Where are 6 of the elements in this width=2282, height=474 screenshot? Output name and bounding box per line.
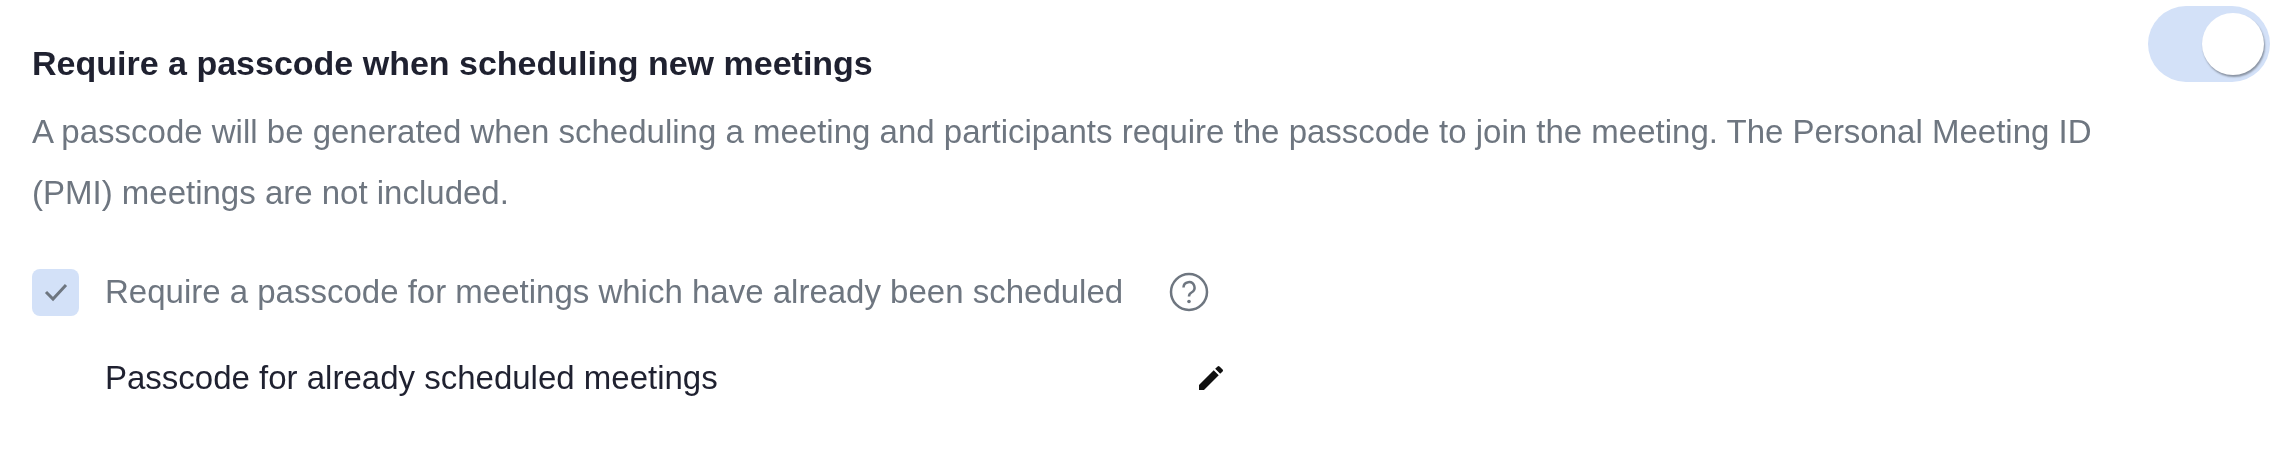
passcode-label: Passcode for already scheduled meetings [105, 358, 719, 398]
setting-title: Require a passcode when scheduling new meetings [32, 43, 873, 84]
checkbox-label: Require a passcode for meetings which have already been scheduled [105, 272, 1124, 313]
checkmark-icon [42, 282, 69, 302]
help-icon[interactable] [1169, 272, 1210, 312]
setting-description: A passcode will be generated when scheduling a meeting and participants require the passcode to join the meeting. The Personal Meeting ID (PMI) meetings are not included. [32, 112, 2093, 213]
